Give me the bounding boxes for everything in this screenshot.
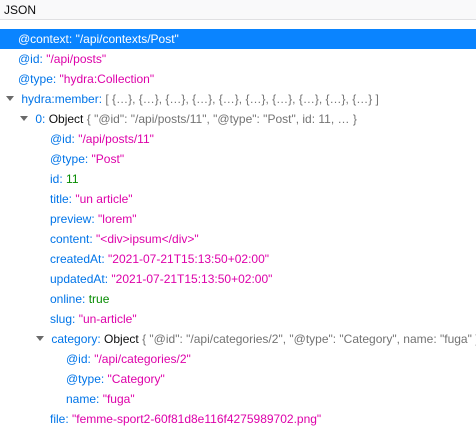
json-row-category-name[interactable]: name: "fuga"	[0, 389, 476, 409]
json-value: "/api/posts/11"	[78, 132, 154, 146]
json-value: 11	[66, 172, 79, 186]
json-panel-header: JSON	[0, 0, 476, 20]
json-key: @type:	[18, 72, 57, 86]
json-row-updated-at[interactable]: updatedAt: "2021-07-21T15:13:50+02:00"	[0, 269, 476, 289]
expand-arrow-icon[interactable]	[20, 116, 28, 122]
json-object-preview: { "@id": "/api/categories/2", "@type": "…	[142, 332, 476, 346]
json-key: hydra:member:	[21, 92, 103, 106]
json-value: "Post"	[91, 152, 125, 166]
json-key: slug:	[50, 312, 76, 326]
json-row-created-at[interactable]: createdAt: "2021-07-21T15:13:50+02:00"	[0, 249, 476, 269]
json-row-post-id[interactable]: @id: "/api/posts/11"	[0, 129, 476, 149]
json-key: @type:	[66, 372, 105, 386]
json-row-category-type[interactable]: @type: "Category"	[0, 369, 476, 389]
panel-title: JSON	[4, 3, 37, 17]
json-key: @type:	[50, 152, 89, 166]
json-value: "Category"	[107, 372, 165, 386]
json-row-context[interactable]: @context: "/api/contexts/Post"	[0, 29, 476, 49]
json-row-id[interactable]: @id: "/api/posts"	[0, 49, 476, 69]
json-key: @context:	[18, 32, 73, 46]
json-value: "/api/contexts/Post"	[75, 32, 179, 46]
json-value: "un-article"	[78, 312, 137, 326]
json-key: online:	[50, 292, 86, 306]
json-key: @id:	[66, 352, 91, 366]
json-key: name:	[66, 392, 100, 406]
json-row-item-0[interactable]: 0: Object { "@id": "/api/posts/11", "@ty…	[0, 109, 476, 129]
json-key: content:	[50, 232, 93, 246]
json-key: @id:	[50, 132, 75, 146]
json-row-post-type[interactable]: @type: "Post"	[0, 149, 476, 169]
json-key: preview:	[50, 212, 95, 226]
json-value: "2021-07-21T15:13:50+02:00"	[111, 272, 273, 286]
json-key: @id:	[18, 52, 43, 66]
json-key: id:	[50, 172, 63, 186]
json-row-post-numeric-id[interactable]: id: 11	[0, 169, 476, 189]
json-object-preview: { "@id": "/api/posts/11", "@type": "Post…	[86, 112, 357, 126]
expand-arrow-icon[interactable]	[6, 96, 14, 102]
json-row-category[interactable]: category: Object { "@id": "/api/categori…	[0, 329, 476, 349]
json-value: "fuga"	[102, 392, 135, 406]
json-value: "lorem"	[98, 212, 137, 226]
json-type-label: Object	[48, 112, 84, 126]
json-value: "un article"	[75, 192, 133, 206]
expand-arrow-icon[interactable]	[36, 336, 44, 342]
json-row-online[interactable]: online: true	[0, 289, 476, 309]
json-key: category:	[51, 332, 101, 346]
json-key: updatedAt:	[50, 272, 109, 286]
json-value: "<div>ipsum</div>"	[96, 232, 199, 246]
json-key: title:	[50, 192, 73, 206]
json-type-label: Object	[104, 332, 139, 346]
json-row-content[interactable]: content: "<div>ipsum</div>"	[0, 229, 476, 249]
json-value: "femme-sport2-60f81d8e116f4275989702.png…	[72, 412, 322, 426]
json-key: 0:	[35, 112, 46, 126]
json-value: true	[88, 292, 110, 306]
json-value: "/api/posts"	[46, 52, 107, 66]
json-row-preview[interactable]: preview: "lorem"	[0, 209, 476, 229]
json-key: file:	[50, 412, 69, 426]
json-row-slug[interactable]: slug: "un-article"	[0, 309, 476, 329]
json-value: "2021-07-21T15:13:50+02:00"	[108, 252, 270, 266]
json-row-hydra-member[interactable]: hydra:member: [ {…}, {…}, {…}, {…}, {…},…	[0, 89, 476, 109]
json-row-category-id[interactable]: @id: "/api/categories/2"	[0, 349, 476, 369]
json-value: "/api/categories/2"	[94, 352, 191, 366]
json-value: "hydra:Collection"	[59, 72, 155, 86]
json-array-preview: [ {…}, {…}, {…}, {…}, {…}, {…}, {…}, {…}…	[105, 92, 379, 106]
json-row-title[interactable]: title: "un article"	[0, 189, 476, 209]
json-row-file[interactable]: file: "femme-sport2-60f81d8e116f42759897…	[0, 409, 476, 429]
json-row-type[interactable]: @type: "hydra:Collection"	[0, 69, 476, 89]
json-key: createdAt:	[50, 252, 105, 266]
